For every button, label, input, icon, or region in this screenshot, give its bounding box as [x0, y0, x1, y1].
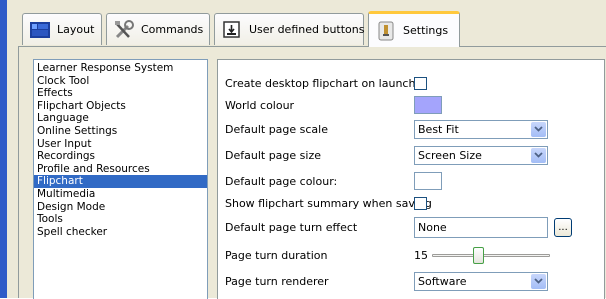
chevron-down-icon[interactable] [531, 121, 546, 137]
show-summary-label: Show flipchart summary when saving [225, 196, 432, 210]
settings-icon [375, 20, 397, 42]
page-size-value: Screen Size [418, 148, 482, 162]
category-list[interactable]: Learner Response System Clock Tool Effec… [33, 59, 208, 299]
page-colour-row: Default page colour: [225, 170, 595, 192]
list-item[interactable]: Flipchart Objects [34, 100, 207, 113]
tab-commands[interactable]: Commands [106, 13, 210, 45]
page-size-label: Default page size [225, 148, 321, 162]
turn-effect-value: None [418, 220, 447, 234]
list-item[interactable]: Language [34, 112, 207, 125]
turn-effect-label: Default page turn effect [225, 220, 358, 234]
create-desktop-row: Create desktop flipchart on launch [225, 72, 595, 94]
user-button-icon [221, 19, 243, 41]
tab-label: Settings [403, 24, 449, 37]
list-item[interactable]: User Input [34, 138, 207, 151]
list-item[interactable]: Effects [34, 87, 207, 100]
page-size-select[interactable]: Screen Size [414, 145, 548, 165]
tab-user-defined-buttons[interactable]: User defined buttons [214, 13, 364, 45]
left-panel [7, 0, 18, 298]
world-colour-row: World colour [225, 94, 595, 116]
tab-strip: Layout Commands User defined buttons Set… [18, 0, 606, 47]
list-item[interactable]: Profile and Resources [34, 163, 207, 176]
create-desktop-label: Create desktop flipchart on launch [225, 76, 416, 90]
flipchart-settings-panel: Create desktop flipchart on launch World… [217, 59, 605, 299]
chevron-down-icon[interactable] [531, 147, 546, 163]
slider-thumb[interactable] [473, 247, 484, 264]
turn-effect-field[interactable]: None [414, 216, 548, 238]
list-item[interactable]: Spell checker [34, 226, 207, 239]
page-scale-label: Default page scale [225, 122, 329, 136]
turn-duration-row: Page turn duration 15 [225, 244, 595, 266]
page-colour-label: Default page colour: [225, 174, 338, 188]
page-colour-swatch[interactable] [414, 172, 442, 190]
settings-page: Learner Response System Clock Tool Effec… [18, 46, 606, 299]
list-item[interactable]: Clock Tool [34, 75, 207, 88]
slider-track [432, 254, 550, 257]
tab-label: User defined buttons [249, 23, 365, 36]
show-summary-checkbox[interactable] [414, 196, 427, 210]
browse-button[interactable]: ... [554, 217, 572, 237]
turn-renderer-row: Page turn renderer Software [225, 270, 595, 292]
list-item[interactable]: Tools [34, 213, 207, 226]
turn-renderer-value: Software [418, 274, 467, 288]
page-size-row: Default page size Screen Size [225, 144, 595, 166]
turn-effect-row: Default page turn effect None ... [225, 216, 595, 238]
tab-label: Layout [57, 23, 95, 36]
tools-icon [113, 19, 135, 41]
turn-duration-value: 15 [414, 248, 428, 262]
tab-label: Commands [141, 23, 204, 36]
turn-duration-slider[interactable] [432, 246, 550, 264]
turn-renderer-label: Page turn renderer [225, 274, 329, 288]
page-scale-row: Default page scale Best Fit [225, 118, 595, 140]
page-scale-value: Best Fit [418, 122, 459, 136]
list-item[interactable]: Learner Response System [34, 62, 207, 75]
list-item[interactable]: Design Mode [34, 201, 207, 214]
world-colour-label: World colour [225, 98, 295, 112]
tab-layout[interactable]: Layout [22, 13, 102, 45]
list-item[interactable]: Multimedia [34, 188, 207, 201]
window-edge [0, 0, 7, 298]
tab-settings[interactable]: Settings [368, 11, 460, 47]
list-item[interactable]: Online Settings [34, 125, 207, 138]
turn-renderer-select[interactable]: Software [414, 271, 548, 291]
list-item[interactable]: Recordings [34, 150, 207, 163]
turn-duration-label: Page turn duration [225, 248, 328, 262]
layout-icon [29, 19, 51, 41]
create-desktop-checkbox[interactable] [414, 76, 427, 90]
list-item-selected[interactable]: Flipchart [34, 175, 207, 188]
world-colour-swatch[interactable] [414, 96, 442, 114]
show-summary-row: Show flipchart summary when saving [225, 192, 595, 214]
page-scale-select[interactable]: Best Fit [414, 119, 548, 139]
chevron-down-icon[interactable] [531, 273, 546, 289]
